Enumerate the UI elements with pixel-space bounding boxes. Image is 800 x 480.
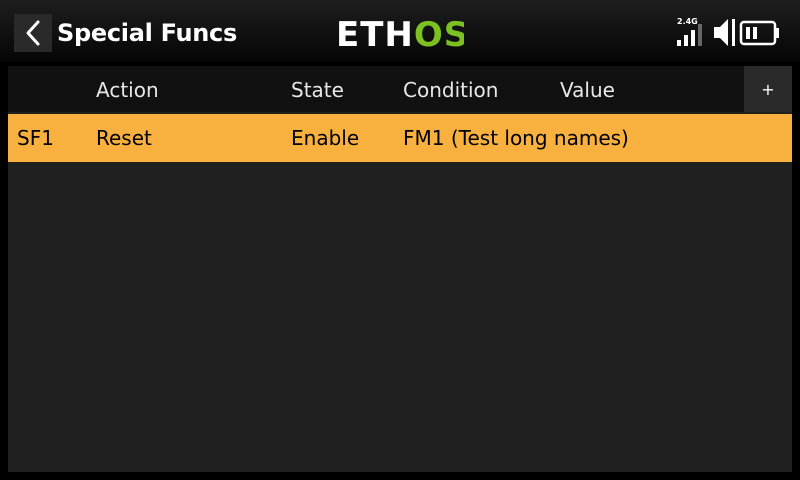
add-function-button[interactable]: + — [744, 66, 792, 112]
column-header-action: Action — [96, 78, 159, 102]
chevron-left-icon — [26, 20, 40, 46]
back-button[interactable] — [14, 14, 52, 52]
special-funcs-panel: Action State Condition Value + SF1 Reset… — [8, 66, 792, 472]
row-condition: FM1 (Test long names) — [403, 126, 629, 150]
radio-band-label: 2.4G — [677, 17, 698, 26]
page-title: Special Funcs — [57, 19, 237, 47]
row-id: SF1 — [17, 126, 54, 150]
ethos-logo: ETHOS — [336, 15, 464, 51]
row-action: Reset — [96, 126, 152, 150]
column-header-condition: Condition — [403, 78, 499, 102]
speaker-icon — [714, 19, 735, 46]
table-header: Action State Condition Value + — [8, 66, 792, 112]
status-icons: 2.4G — [677, 17, 779, 46]
table-row-sf1[interactable]: SF1 Reset Enable FM1 (Test long names) — [8, 114, 792, 162]
top-bar: Special Funcs ETHOS 2.4G — [0, 0, 800, 62]
signal-bars-icon — [677, 24, 702, 46]
column-header-state: State — [291, 78, 344, 102]
column-header-value: Value — [560, 78, 615, 102]
ethos-logo-text: ETHOS — [336, 15, 464, 51]
row-state: Enable — [291, 126, 360, 150]
battery-icon — [739, 20, 779, 46]
